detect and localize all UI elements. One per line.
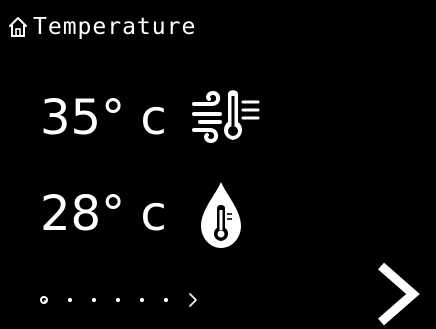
next-page-button[interactable] [373, 262, 423, 326]
temperature-screen: Temperature 35° c 28° c [0, 0, 436, 329]
wind-thermometer-icon [192, 90, 260, 144]
chevron-right-icon [189, 293, 197, 307]
page-dot[interactable] [92, 298, 96, 302]
page-dot[interactable] [140, 298, 144, 302]
page-dot[interactable] [116, 298, 120, 302]
water-temperature-value: 28° c [40, 186, 167, 242]
water-drop-thermometer-icon [201, 182, 241, 248]
page-dot[interactable] [164, 298, 168, 302]
home-icon[interactable] [8, 16, 28, 38]
page-title: Temperature [33, 14, 197, 40]
air-temperature-value: 35° c [40, 90, 167, 146]
header: Temperature [8, 10, 196, 44]
page-indicator [40, 288, 198, 312]
page-dot[interactable] [68, 298, 72, 302]
page-dot-current[interactable] [40, 296, 48, 304]
